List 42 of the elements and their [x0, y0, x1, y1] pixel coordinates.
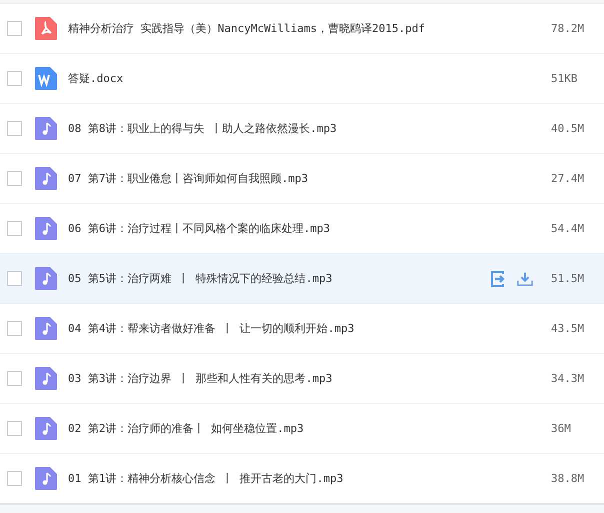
checkbox[interactable] [7, 421, 22, 436]
file-name[interactable]: 07 第7讲：职业倦怠丨咨询师如何自我照顾.mp3 [68, 171, 491, 186]
file-size: 51KB [551, 72, 578, 85]
file-size: 78.2M [551, 22, 586, 35]
checkbox[interactable] [7, 121, 22, 136]
file-name[interactable]: 03 第3讲：治疗边界 丨 那些和人性有关的思考.mp3 [68, 371, 491, 386]
file-name[interactable]: 05 第5讲：治疗两难 丨 特殊情况下的经验总结.mp3 [68, 271, 491, 286]
checkbox[interactable] [7, 371, 22, 386]
file-name[interactable]: 精神分析治疗 实践指导（美）NancyMcWilliams，曹晓鸥译2015.pdf [68, 21, 491, 36]
music-file-icon [35, 367, 57, 390]
music-file-icon [35, 167, 57, 190]
file-size: 27.4M [551, 172, 586, 185]
checkbox[interactable] [7, 321, 22, 336]
file-name[interactable]: 答疑.docx [68, 71, 491, 86]
music-file-icon [35, 467, 57, 490]
file-size: 36M [551, 422, 572, 435]
music-file-icon [35, 417, 57, 440]
checkbox[interactable] [7, 21, 22, 36]
music-file-icon [35, 267, 57, 290]
word-file-icon [35, 67, 57, 90]
file-name[interactable]: 02 第2讲：治疗师的准备丨 如何坐稳位置.mp3 [68, 421, 491, 436]
file-name[interactable]: 06 第6讲：治疗过程丨不同风格个案的临床处理.mp3 [68, 221, 491, 236]
file-name[interactable]: 01 第1讲：精神分析核心信念 丨 推开古老的大门.mp3 [68, 471, 491, 486]
file-name[interactable]: 08 第8讲：职业上的得与失 丨助人之路依然漫长.mp3 [68, 121, 491, 136]
checkbox[interactable] [7, 471, 22, 486]
music-file-icon [35, 317, 57, 340]
file-size: 40.5M [551, 122, 586, 135]
download-icon[interactable] [517, 270, 533, 286]
checkbox[interactable] [7, 221, 22, 236]
checkbox[interactable] [7, 271, 22, 286]
file-size: 43.5M [551, 322, 586, 335]
music-file-icon [35, 217, 57, 240]
file-name[interactable]: 04 第4讲：帮来访者做好准备 丨 让一切的顺利开始.mp3 [68, 321, 491, 336]
pdf-file-icon [35, 17, 57, 40]
music-file-icon [35, 117, 57, 140]
file-size: 51.5M [551, 272, 586, 285]
file-size: 38.8M [551, 472, 586, 485]
checkbox[interactable] [7, 71, 22, 86]
checkbox[interactable] [7, 171, 22, 186]
file-size: 34.3M [551, 372, 586, 385]
share-icon[interactable] [491, 270, 507, 286]
file-size: 54.4M [551, 222, 586, 235]
